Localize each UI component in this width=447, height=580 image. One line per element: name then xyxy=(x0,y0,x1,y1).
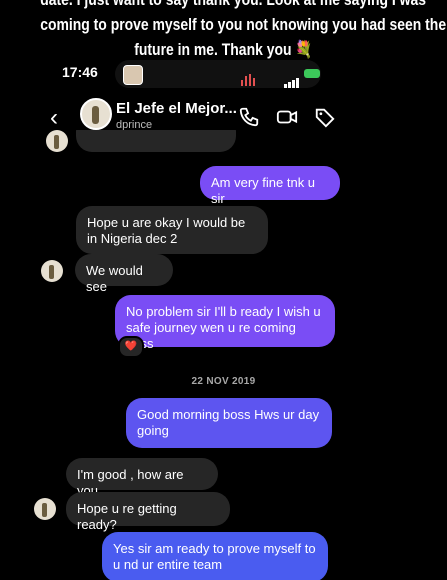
message-incoming[interactable] xyxy=(76,130,236,152)
caption-line-1: date. I just want to say thank you. Look… xyxy=(40,0,426,12)
caption-line-3: future in me. Thank you 💐 xyxy=(134,40,313,59)
phone-icon[interactable] xyxy=(238,106,260,128)
status-time: 17:46 xyxy=(62,64,98,80)
battery-icon xyxy=(304,69,320,78)
audio-wave-icon xyxy=(241,68,259,86)
chevron-left-icon[interactable]: ‹ xyxy=(50,104,58,132)
message-incoming[interactable]: Hope u are okay I would be in Nigeria de… xyxy=(76,206,268,254)
message-outgoing[interactable]: Am very fine tnk u sir xyxy=(200,166,340,206)
message-outgoing[interactable]: No problem sir I'll b ready I wish u saf… xyxy=(115,295,335,351)
date-separator: 22 NOV 2019 xyxy=(191,376,256,387)
contact-name[interactable]: El Jefe el Mejor... xyxy=(116,100,237,117)
avatar[interactable] xyxy=(80,98,112,130)
heart-reaction-icon[interactable]: ❤️ xyxy=(118,336,144,358)
avatar xyxy=(34,498,56,520)
message-incoming[interactable]: Hope u re getting ready? xyxy=(66,492,230,532)
avatar xyxy=(46,130,68,152)
caption: date. I just want to say thank you. Look… xyxy=(40,0,447,62)
message-thread[interactable]: Am very fine tnk u sir Hope u are okay I… xyxy=(0,130,447,580)
tag-icon[interactable] xyxy=(314,106,336,128)
video-icon[interactable] xyxy=(276,106,298,128)
message-outgoing[interactable]: Good morning boss Hws ur day going xyxy=(126,398,332,448)
avatar xyxy=(41,260,63,282)
message-outgoing[interactable]: Yes sir am ready to prove myself to u nd… xyxy=(102,532,328,580)
message-incoming[interactable]: I'm good , how are you xyxy=(66,458,218,498)
status-bar: 17:46 xyxy=(0,60,447,88)
caption-line-2: coming to prove myself to you not knowin… xyxy=(40,15,447,34)
signal-icon xyxy=(284,70,300,88)
message-incoming[interactable]: We would see xyxy=(75,254,173,294)
now-playing-thumbnail xyxy=(123,65,143,85)
